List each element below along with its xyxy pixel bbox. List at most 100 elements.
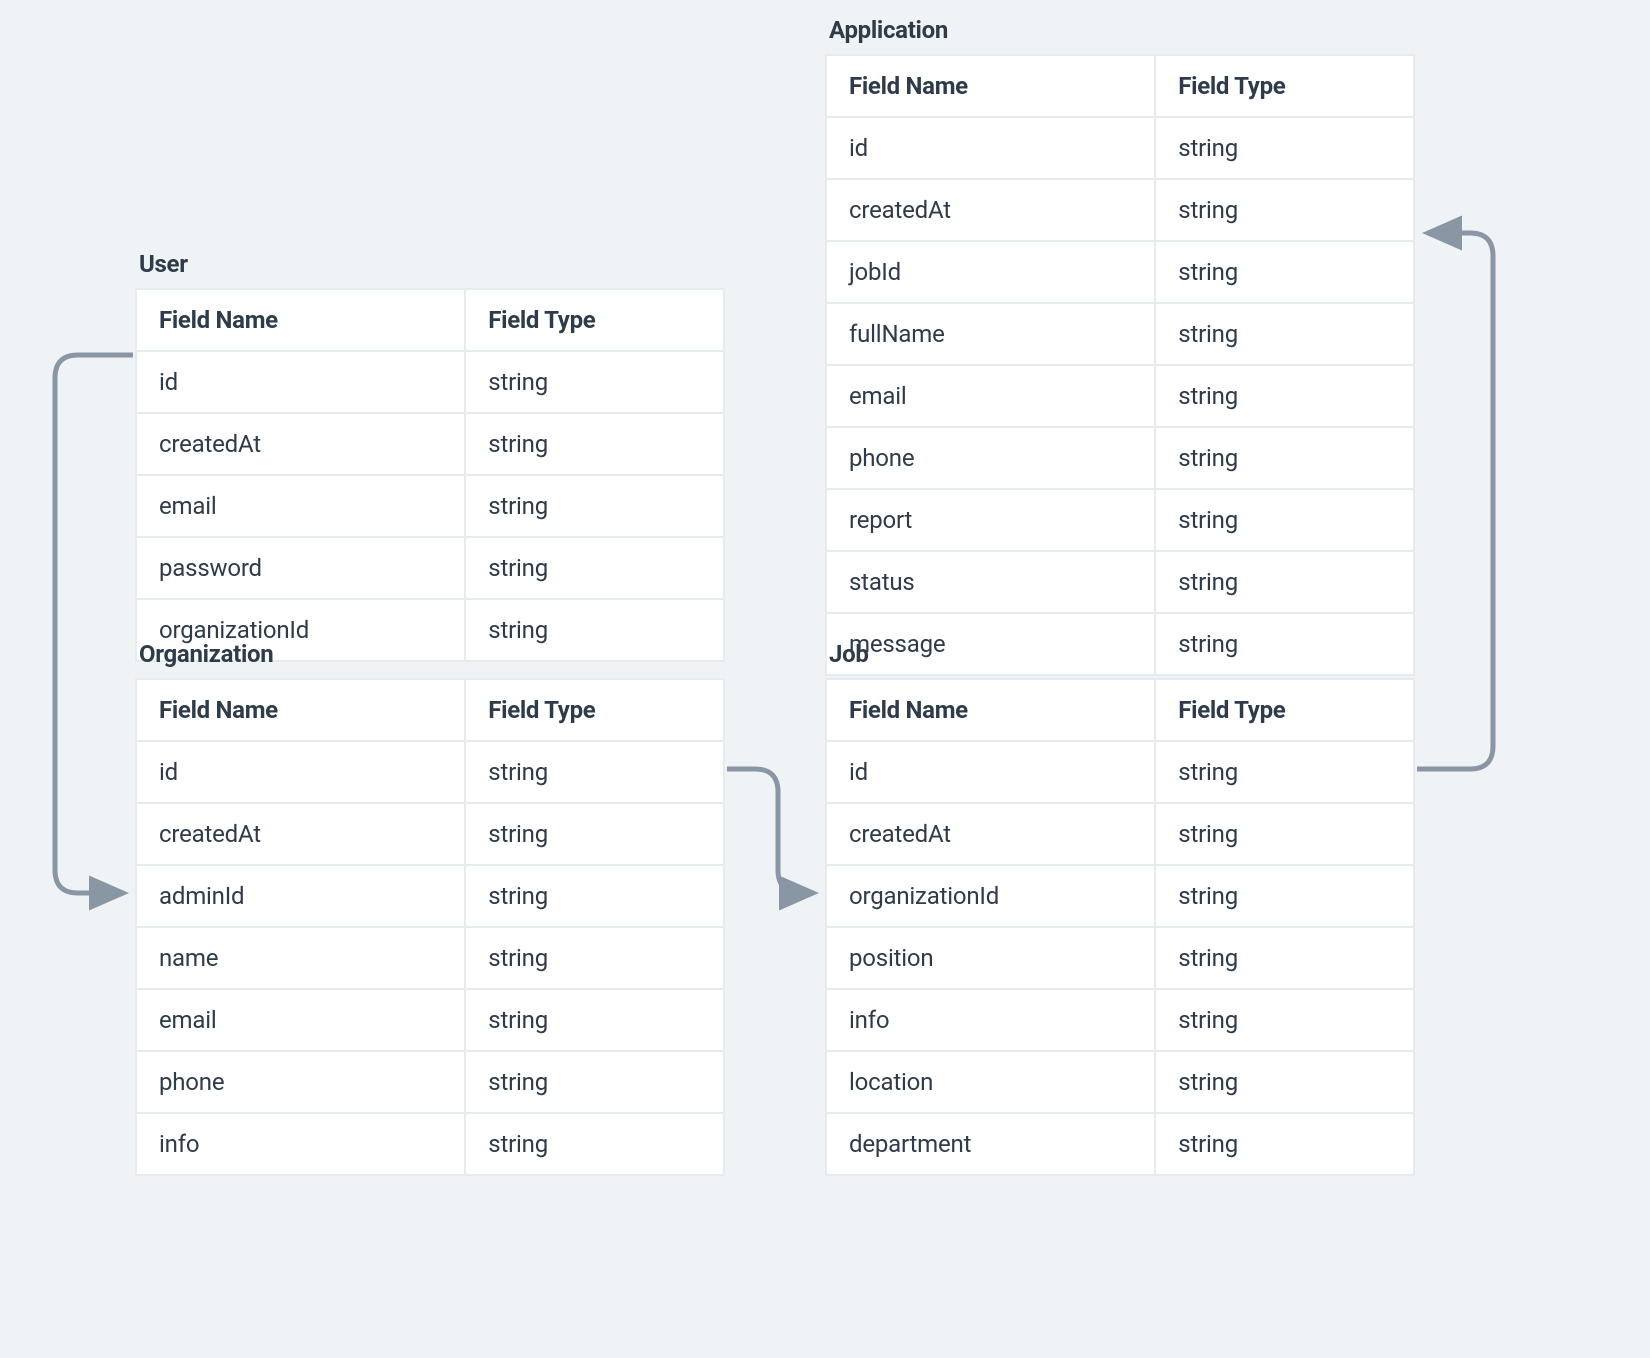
field-name-cell: adminId [136,865,465,927]
field-type-cell: string [1155,489,1414,551]
table-header-row: Field Name Field Type [136,679,724,741]
col-header-type: Field Type [465,289,724,351]
arrow-job-to-application [1417,233,1493,769]
field-name-cell: info [136,1113,465,1175]
field-type-cell: string [465,1113,724,1175]
entity-table: Field Name Field Type idstringcreatedAts… [135,678,725,1176]
table-row: positionstring [826,927,1414,989]
field-type-cell: string [465,927,724,989]
table-row: infostring [136,1113,724,1175]
field-name-cell: position [826,927,1155,989]
entity-table: Field Name Field Type idstringcreatedAts… [135,288,725,662]
field-name-cell: id [136,741,465,803]
table-row: jobIdstring [826,241,1414,303]
col-header-type: Field Type [1155,55,1414,117]
field-name-cell: id [826,117,1155,179]
entity-table: Field Name Field Type idstringcreatedAts… [825,678,1415,1176]
field-type-cell: string [1155,303,1414,365]
entity-table: Field Name Field Type idstringcreatedAts… [825,54,1415,676]
field-type-cell: string [1155,1051,1414,1113]
table-row: emailstring [826,365,1414,427]
table-row: phonestring [136,1051,724,1113]
table-row: idstring [136,741,724,803]
field-type-cell: string [1155,551,1414,613]
entity-title: Organization [139,640,725,668]
field-name-cell: phone [826,427,1155,489]
field-type-cell: string [1155,365,1414,427]
table-row: createdAtstring [136,413,724,475]
entity-user: User Field Name Field Type idstringcreat… [135,250,725,662]
field-type-cell: string [465,413,724,475]
table-header-row: Field Name Field Type [826,55,1414,117]
arrow-user-to-organization [55,355,133,893]
entity-application: Application Field Name Field Type idstri… [825,16,1415,676]
field-type-cell: string [465,741,724,803]
field-name-cell: email [136,475,465,537]
entity-title: User [139,250,725,278]
col-header-type: Field Type [465,679,724,741]
table-row: emailstring [136,475,724,537]
entity-title: Job [829,640,1415,668]
field-type-cell: string [1155,927,1414,989]
field-type-cell: string [465,865,724,927]
field-name-cell: status [826,551,1155,613]
field-type-cell: string [465,537,724,599]
table-row: passwordstring [136,537,724,599]
field-name-cell: createdAt [826,803,1155,865]
table-row: organizationIdstring [826,865,1414,927]
table-row: idstring [826,741,1414,803]
field-name-cell: name [136,927,465,989]
field-name-cell: phone [136,1051,465,1113]
col-header-name: Field Name [826,55,1155,117]
table-row: fullNamestring [826,303,1414,365]
field-name-cell: fullName [826,303,1155,365]
col-header-name: Field Name [826,679,1155,741]
field-name-cell: email [826,365,1155,427]
field-name-cell: createdAt [136,413,465,475]
table-row: emailstring [136,989,724,1051]
table-row: namestring [136,927,724,989]
table-row: statusstring [826,551,1414,613]
table-row: locationstring [826,1051,1414,1113]
field-name-cell: id [826,741,1155,803]
table-header-row: Field Name Field Type [826,679,1414,741]
table-row: adminIdstring [136,865,724,927]
field-type-cell: string [1155,741,1414,803]
field-type-cell: string [1155,803,1414,865]
table-row: idstring [826,117,1414,179]
field-name-cell: email [136,989,465,1051]
col-header-name: Field Name [136,289,465,351]
entity-job: Job Field Name Field Type idstringcreate… [825,640,1415,1176]
field-name-cell: id [136,351,465,413]
field-type-cell: string [465,1051,724,1113]
field-type-cell: string [1155,865,1414,927]
field-name-cell: department [826,1113,1155,1175]
table-row: createdAtstring [826,179,1414,241]
field-type-cell: string [465,351,724,413]
table-row: createdAtstring [826,803,1414,865]
field-type-cell: string [1155,117,1414,179]
table-row: infostring [826,989,1414,1051]
field-type-cell: string [465,989,724,1051]
field-type-cell: string [1155,427,1414,489]
field-name-cell: info [826,989,1155,1051]
field-name-cell: jobId [826,241,1155,303]
entity-title: Application [829,16,1415,44]
field-type-cell: string [465,803,724,865]
field-type-cell: string [1155,179,1414,241]
table-header-row: Field Name Field Type [136,289,724,351]
field-name-cell: report [826,489,1155,551]
col-header-name: Field Name [136,679,465,741]
table-row: departmentstring [826,1113,1414,1175]
field-type-cell: string [1155,989,1414,1051]
table-row: reportstring [826,489,1414,551]
col-header-type: Field Type [1155,679,1414,741]
entity-organization: Organization Field Name Field Type idstr… [135,640,725,1176]
arrow-organization-to-job [727,769,814,893]
field-type-cell: string [1155,241,1414,303]
table-row: phonestring [826,427,1414,489]
field-name-cell: createdAt [826,179,1155,241]
field-type-cell: string [1155,1113,1414,1175]
field-name-cell: password [136,537,465,599]
field-name-cell: organizationId [826,865,1155,927]
